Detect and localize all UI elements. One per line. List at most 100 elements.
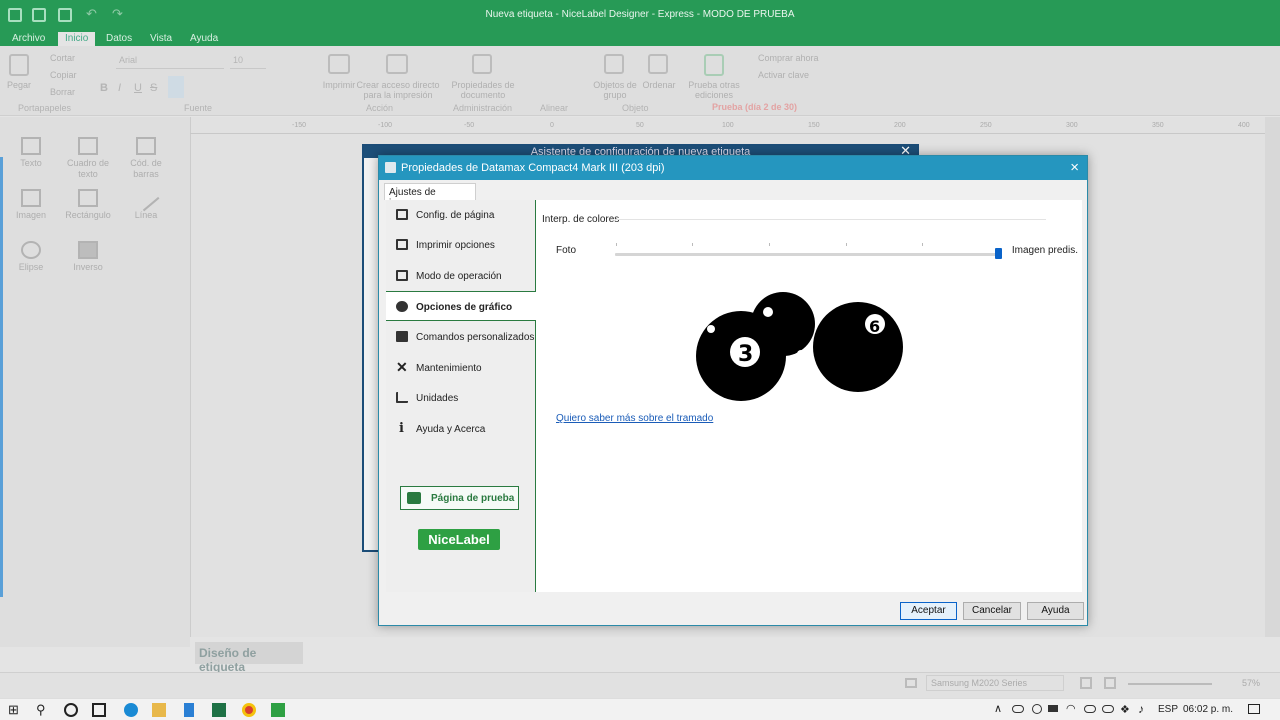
dropbox-icon[interactable]: ❖ — [1120, 703, 1130, 716]
order-button[interactable]: Ordenar — [638, 80, 680, 90]
tab-inicio[interactable]: Inicio — [58, 32, 96, 46]
test-page-button[interactable]: Página de prueba — [400, 486, 519, 510]
align-left-button[interactable] — [168, 76, 184, 98]
nav-item-operation-mode[interactable]: Modo de operación — [386, 261, 536, 291]
nav-item-units[interactable]: Unidades — [386, 383, 536, 413]
tab-datos[interactable]: Datos — [106, 33, 132, 44]
group-label-admin: Administración — [453, 103, 513, 113]
ruler-label: 400 — [1238, 122, 1250, 129]
font-name-select[interactable]: Arial — [116, 55, 224, 69]
editions-icon — [704, 54, 724, 76]
printer-select[interactable]: Samsung M2020 Series — [926, 675, 1064, 691]
ok-button[interactable]: Aceptar — [900, 602, 957, 620]
nav-item-print-options[interactable]: Imprimir opciones — [386, 230, 536, 260]
vertical-scrollbar[interactable] — [1265, 117, 1280, 637]
create-shortcut-button[interactable]: Crear acceso directo para la impresión — [354, 80, 442, 100]
tool-inverse[interactable]: Inverso — [60, 241, 116, 273]
nav-item-maintenance[interactable]: ✕ Mantenimiento — [386, 353, 536, 383]
clock[interactable]: 06:02 p. m. — [1183, 704, 1233, 715]
ruler-label: 200 — [894, 122, 906, 129]
tab-archivo[interactable]: Archivo — [12, 33, 45, 44]
search-icon[interactable]: ⚲ — [36, 703, 50, 717]
tool-image[interactable]: Imagen — [3, 189, 59, 221]
nav-item-graphic-options[interactable]: Opciones de gráfico — [386, 291, 537, 321]
show-hidden-icons-icon[interactable]: ∧ — [994, 702, 1002, 715]
group-label-font: Fuente — [184, 103, 213, 113]
group-objects-button[interactable]: Objetos de grupo — [590, 80, 640, 100]
dithering-slider[interactable] — [615, 253, 1001, 256]
tab-printer-settings[interactable]: Ajustes de impresora — [384, 183, 476, 209]
fit-page-icon[interactable] — [1080, 677, 1092, 689]
graphic-options-panel: Interp. de colores Foto Imagen predis. 3… — [536, 200, 1082, 592]
printer-mode-icon — [396, 270, 408, 281]
bold-button[interactable]: B — [100, 82, 108, 94]
font-size-select[interactable]: 10 — [230, 55, 266, 69]
design-tab[interactable]: Diseño de etiqueta — [195, 642, 303, 674]
underline-button[interactable]: U — [134, 82, 142, 94]
copy-button[interactable]: Copiar — [50, 70, 77, 80]
delete-button[interactable]: Borrar — [50, 87, 75, 97]
excel-icon[interactable] — [212, 703, 226, 717]
zoom-slider[interactable] — [1128, 683, 1212, 685]
try-editions-button[interactable]: Prueba otras ediciones — [684, 80, 744, 100]
cancel-button[interactable]: Cancelar — [963, 602, 1021, 620]
nicelabel-logo: NiceLabel — [418, 529, 500, 550]
fit-width-icon[interactable] — [1104, 677, 1116, 689]
tool-line[interactable]: Línea — [118, 184, 174, 221]
document-properties-button[interactable]: Propiedades de documento — [448, 80, 518, 100]
notifications-icon[interactable] — [1248, 704, 1260, 714]
status-printer-icon — [905, 678, 917, 688]
onedrive-icon[interactable] — [1084, 705, 1096, 713]
tool-rectangle[interactable]: Rectángulo — [60, 189, 116, 221]
dithering-slider-thumb[interactable] — [995, 248, 1002, 259]
cloud-icon[interactable] — [1012, 705, 1024, 713]
textbox-tool-icon — [78, 137, 98, 155]
tool-barcode[interactable]: Cód. de barras — [118, 137, 174, 180]
dithering-info-link[interactable]: Quiero saber más sobre el tramado — [556, 413, 713, 424]
tool-textbox[interactable]: Cuadro de texto — [60, 137, 116, 180]
nav-item-custom-commands[interactable]: Comandos personalizados — [386, 322, 536, 352]
tools-icon: ✕ — [396, 359, 408, 375]
task-view-icon[interactable] — [92, 703, 106, 717]
tab-vista[interactable]: Vista — [150, 33, 172, 44]
volume-icon[interactable]: ♪ — [1138, 702, 1144, 716]
tool-ellipse[interactable]: Elipse — [3, 241, 59, 273]
tab-ayuda[interactable]: Ayuda — [190, 33, 218, 44]
wifi-icon[interactable]: ◠ — [1066, 702, 1076, 715]
language-indicator[interactable]: ESP — [1158, 704, 1178, 715]
paste-button[interactable]: Pegar — [2, 80, 36, 90]
strike-button[interactable]: S — [150, 82, 157, 94]
image-tool-icon — [21, 189, 41, 207]
file-explorer-icon[interactable] — [152, 703, 166, 717]
svg-text:3: 3 — [738, 342, 753, 367]
activate-key-link[interactable]: Activar clave — [758, 70, 809, 80]
close-icon[interactable]: × — [1070, 159, 1079, 176]
toolbox-panel: Texto Cuadro de texto Cód. de barras Ima… — [0, 117, 190, 647]
battery-icon[interactable] — [1048, 705, 1058, 712]
ribbon-tabs: Archivo Inicio Datos Vista Ayuda — [0, 30, 1280, 46]
help-button[interactable]: Ayuda — [1027, 602, 1084, 620]
test-printer-icon — [407, 492, 421, 504]
slider-tick — [692, 243, 693, 246]
phone-icon[interactable] — [184, 703, 194, 717]
nicelabel-taskbar-icon[interactable] — [271, 703, 285, 717]
windows-start-icon[interactable]: ⊞ — [8, 703, 22, 717]
ruler-label: -100 — [378, 122, 393, 129]
edge-icon[interactable] — [124, 703, 138, 717]
nav-item-help-about[interactable]: i Ayuda y Acerca — [386, 414, 536, 444]
nav-item-page-setup[interactable]: Config. de página — [386, 200, 536, 230]
rectangle-tool-icon — [78, 189, 98, 207]
onedrive-sync-icon[interactable] — [1102, 705, 1114, 713]
cut-button[interactable]: Cortar — [50, 53, 75, 63]
ruler-label: 50 — [636, 122, 644, 129]
buy-now-link[interactable]: Comprar ahora — [758, 53, 819, 63]
italic-button[interactable]: I — [118, 82, 121, 94]
chrome-icon[interactable] — [242, 703, 256, 717]
horizontal-ruler: -150 -100 -50 0 50 100 150 200 250 300 3… — [190, 120, 1265, 134]
slider-tick — [846, 243, 847, 246]
tool-text[interactable]: Texto — [3, 137, 59, 169]
text-tool-icon — [21, 137, 41, 155]
cortana-icon[interactable] — [64, 703, 78, 717]
slider-max-label: Imagen predis. — [1011, 245, 1078, 256]
network-icon[interactable] — [1032, 704, 1042, 714]
